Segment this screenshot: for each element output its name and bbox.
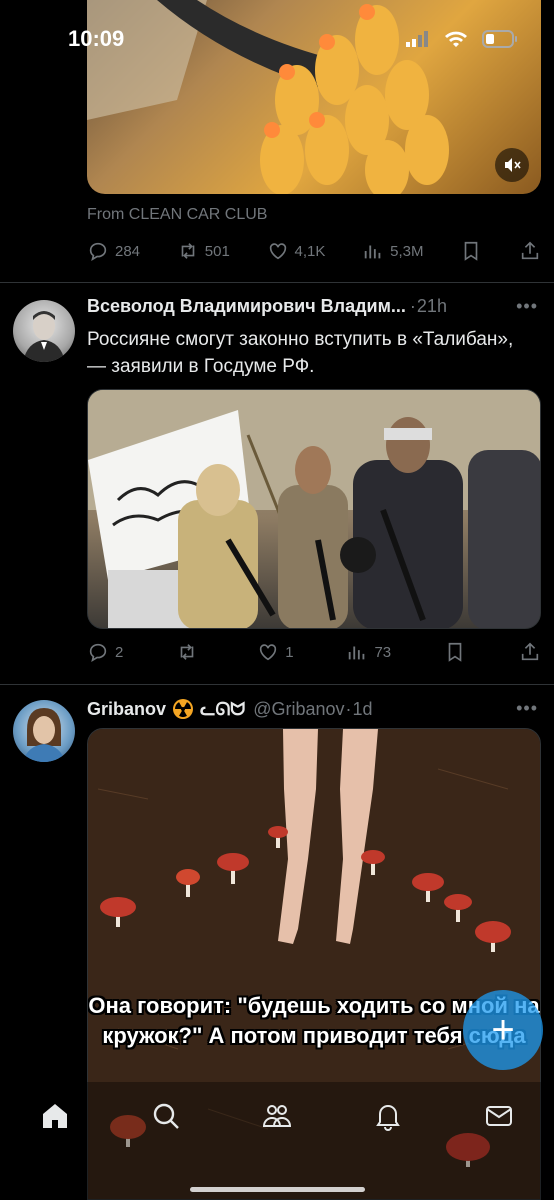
view-count: 5,3M xyxy=(390,242,424,260)
tweet-time[interactable]: 21h xyxy=(417,296,447,317)
tab-search[interactable] xyxy=(150,1100,182,1137)
home-icon xyxy=(43,1104,68,1128)
tweet-2-header: Всеволод Владимирович Владим... · 21h xyxy=(87,296,527,317)
separator: · xyxy=(409,296,416,316)
share-button[interactable] xyxy=(519,240,541,262)
like-count: 4,1K xyxy=(294,242,326,260)
like-count: 1 xyxy=(285,643,294,661)
status-icons xyxy=(406,30,518,48)
search-icon xyxy=(153,1103,180,1129)
photo xyxy=(88,390,540,628)
like-button[interactable]: 1 xyxy=(257,641,294,663)
views-icon xyxy=(364,245,381,259)
share-button[interactable] xyxy=(519,641,541,663)
reply-count: 284 xyxy=(115,242,141,260)
reply-button[interactable]: 2 xyxy=(87,641,123,663)
more-options-icon[interactable]: ••• xyxy=(516,296,538,317)
retweet-button[interactable]: 501 xyxy=(177,240,230,262)
share-icon xyxy=(521,642,539,661)
tab-communities[interactable] xyxy=(261,1100,293,1137)
reply-button[interactable]: 284 xyxy=(87,240,140,262)
heart-icon xyxy=(269,243,286,260)
status-time: 10:09 xyxy=(68,26,125,51)
compose-button[interactable]: + xyxy=(463,990,543,1070)
bookmark-icon xyxy=(464,241,478,261)
separator: · xyxy=(345,698,352,719)
tab-home[interactable] xyxy=(39,1100,71,1137)
tab-messages[interactable] xyxy=(483,1100,515,1137)
home-indicator xyxy=(190,1187,365,1192)
bookmark-button[interactable] xyxy=(460,240,482,262)
reply-icon xyxy=(89,643,107,662)
tweet-3-header: Gribanov ᓚᘏᗢ @Gribanov · 1d xyxy=(87,698,527,720)
battery-icon xyxy=(482,30,517,48)
communities-icon xyxy=(262,1105,291,1127)
author-name[interactable]: Всеволод Владимирович Владим... xyxy=(87,296,406,317)
avatar-image xyxy=(23,708,65,762)
views-icon xyxy=(349,646,365,660)
author-name-suffix: ᓚᘏᗢ xyxy=(200,698,246,719)
tweet-2-actions: 2 1 73 xyxy=(87,641,541,663)
bookmark-icon xyxy=(448,642,462,662)
author-handle[interactable]: @Gribanov xyxy=(253,699,344,720)
reply-count: 2 xyxy=(115,643,124,661)
plus-icon: + xyxy=(491,1007,515,1052)
tweet-2-image[interactable] xyxy=(87,389,541,629)
avatar[interactable] xyxy=(13,300,75,362)
mute-button[interactable] xyxy=(495,148,529,182)
tweet-1-actions: 284 501 4,1K 5,3M xyxy=(87,240,541,262)
retweet-count: 501 xyxy=(204,242,230,260)
avatar[interactable] xyxy=(13,700,75,762)
signal-icon xyxy=(406,31,428,47)
tweet-time[interactable]: 1d xyxy=(353,699,373,720)
tweet-text: Россияне смогут законно вступить в «Тали… xyxy=(87,329,514,377)
tweet-source[interactable]: From CLEAN CAR CLUB xyxy=(87,206,267,224)
tab-notifications[interactable] xyxy=(372,1100,404,1137)
retweet-icon xyxy=(181,243,195,259)
speaker-muted-icon xyxy=(505,158,521,172)
views-button[interactable]: 5,3M xyxy=(362,240,423,262)
divider xyxy=(0,684,554,685)
divider xyxy=(0,282,554,283)
bookmark-button[interactable] xyxy=(444,641,466,663)
heart-icon xyxy=(260,644,277,661)
radiation-icon xyxy=(173,699,194,719)
author-name[interactable]: Gribanov xyxy=(87,699,166,720)
retweet-icon xyxy=(180,644,194,660)
more-options-icon[interactable]: ••• xyxy=(516,698,538,719)
wifi-icon xyxy=(445,31,467,47)
avatar-image xyxy=(23,311,65,362)
like-button[interactable]: 4,1K xyxy=(267,240,326,262)
share-icon xyxy=(521,241,539,260)
status-bar: 10:09 xyxy=(0,0,554,80)
bottom-tab-bar xyxy=(0,1082,554,1200)
reply-icon xyxy=(89,242,107,261)
notifications-icon xyxy=(375,1105,400,1131)
retweet-button[interactable] xyxy=(176,641,204,663)
views-button[interactable]: 73 xyxy=(346,641,391,663)
view-count: 73 xyxy=(374,643,392,661)
messages-icon xyxy=(485,1106,512,1126)
